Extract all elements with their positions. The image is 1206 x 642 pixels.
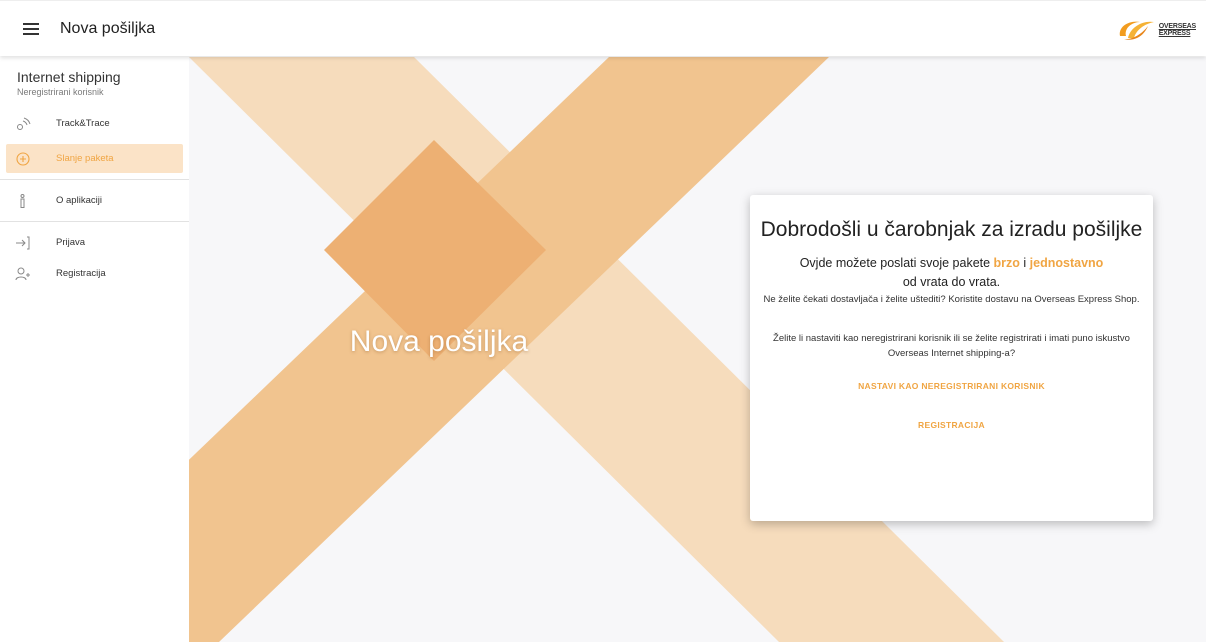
card-shop-note: Ne želite čekati dostavljača i želite uš… [763, 294, 1140, 305]
continue-unregistered-button[interactable]: NASTAVI KAO NEREGISTRIRANI KORISNIK [858, 381, 1045, 391]
page-title: Nova pošiljka [60, 19, 156, 37]
sidebar-divider [0, 221, 189, 222]
sidebar-title: Internet shipping [17, 69, 121, 85]
login-icon [15, 235, 31, 251]
sidebar-item-label: O aplikaciji [56, 195, 102, 206]
lead-highlight-jednostavno: jednostavno [1029, 256, 1104, 270]
card-question: Želite li nastaviti kao neregistrirani k… [773, 333, 1130, 359]
sidebar-subtitle: Neregistrirani korisnik [17, 87, 104, 97]
overseas-express-logo: OVERSEAS EXPRESS [1116, 18, 1196, 42]
logo-line-1: OVERSEAS [1158, 23, 1197, 30]
sidebar-item-o-aplikaciji[interactable]: O aplikaciji [0, 186, 189, 215]
logo-wordmark: OVERSEAS EXPRESS [1158, 23, 1197, 37]
logo-swoosh-icon [1119, 21, 1154, 40]
add-user-icon [15, 266, 31, 282]
logo-line-2: EXPRESS [1158, 30, 1191, 37]
register-button[interactable]: REGISTRACIJA [918, 420, 985, 430]
sidebar-item-track-trace[interactable]: Track&Trace [0, 109, 189, 138]
hamburger-icon [23, 22, 39, 35]
sidebar-item-label: Prijava [56, 237, 86, 248]
sidebar-item-prijava[interactable]: Prijava [0, 228, 189, 257]
sidebar-item-label: Registracija [56, 268, 106, 279]
info-icon [15, 193, 31, 209]
menu-button[interactable] [14, 12, 48, 46]
card-lead: Ovjde možete poslati svoje pakete brzo i… [750, 254, 1153, 292]
top-app-bar: Nova pošiljka OVERSEAS EXPRESS [0, 0, 1206, 56]
sidebar-item-label: Slanje paketa [56, 153, 114, 164]
sidebar-item-slanje-paketa[interactable]: Slanje paketa [6, 144, 183, 173]
sidebar-divider [0, 179, 189, 180]
sidebar: Internet shipping Neregistrirani korisni… [0, 57, 189, 642]
lead-text: Ovjde možete poslati svoje pakete [799, 256, 994, 270]
add-circle-icon [15, 151, 31, 167]
track-trace-icon [15, 116, 31, 132]
card-title: Dobrodošli u čarobnjak za izradu pošiljk… [760, 218, 1143, 241]
welcome-card: Dobrodošli u čarobnjak za izradu pošiljk… [750, 195, 1153, 521]
sidebar-item-registracija[interactable]: Registracija [0, 259, 189, 288]
lead-text: od vrata do vrata. [902, 275, 1001, 289]
sidebar-item-label: Track&Trace [56, 118, 110, 129]
lead-highlight-brzo: brzo [993, 256, 1020, 270]
lead-text: i [1019, 256, 1030, 270]
sidebar-header: Internet shipping Neregistrirani korisni… [0, 57, 189, 103]
hero-title: Nova pošiljka [349, 325, 529, 358]
